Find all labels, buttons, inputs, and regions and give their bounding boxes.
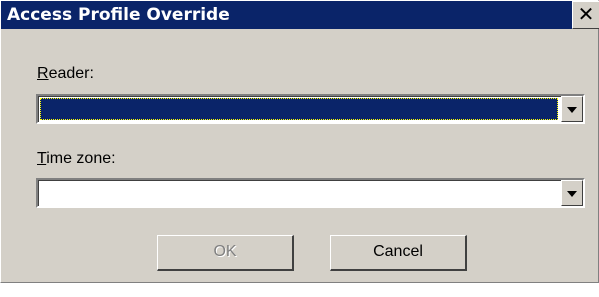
chevron-down-icon (567, 107, 577, 113)
reader-selected-value (40, 98, 558, 120)
time-zone-dropdown-button[interactable] (561, 180, 583, 206)
reader-label-text: eader: (48, 65, 94, 82)
time-zone-label: Time zone: (37, 150, 116, 168)
reader-label-mnemonic: R (37, 65, 49, 82)
close-icon: ✕ (577, 2, 595, 26)
close-button[interactable]: ✕ (572, 1, 599, 29)
ok-button[interactable]: OK (157, 235, 294, 271)
chevron-down-icon (567, 191, 577, 197)
access-profile-override-dialog: Access Profile Override ✕ Reader: Time z… (0, 0, 599, 283)
reader-label: Reader: (37, 65, 94, 83)
reader-dropdown[interactable] (36, 94, 585, 124)
reader-dropdown-button[interactable] (561, 96, 583, 122)
time-zone-label-text: ime zone: (46, 150, 116, 167)
time-zone-label-mnemonic: T (37, 150, 47, 167)
window-title: Access Profile Override (1, 1, 572, 29)
time-zone-dropdown[interactable] (36, 178, 585, 208)
time-zone-selected-value (40, 182, 558, 204)
cancel-button[interactable]: Cancel (330, 235, 467, 271)
